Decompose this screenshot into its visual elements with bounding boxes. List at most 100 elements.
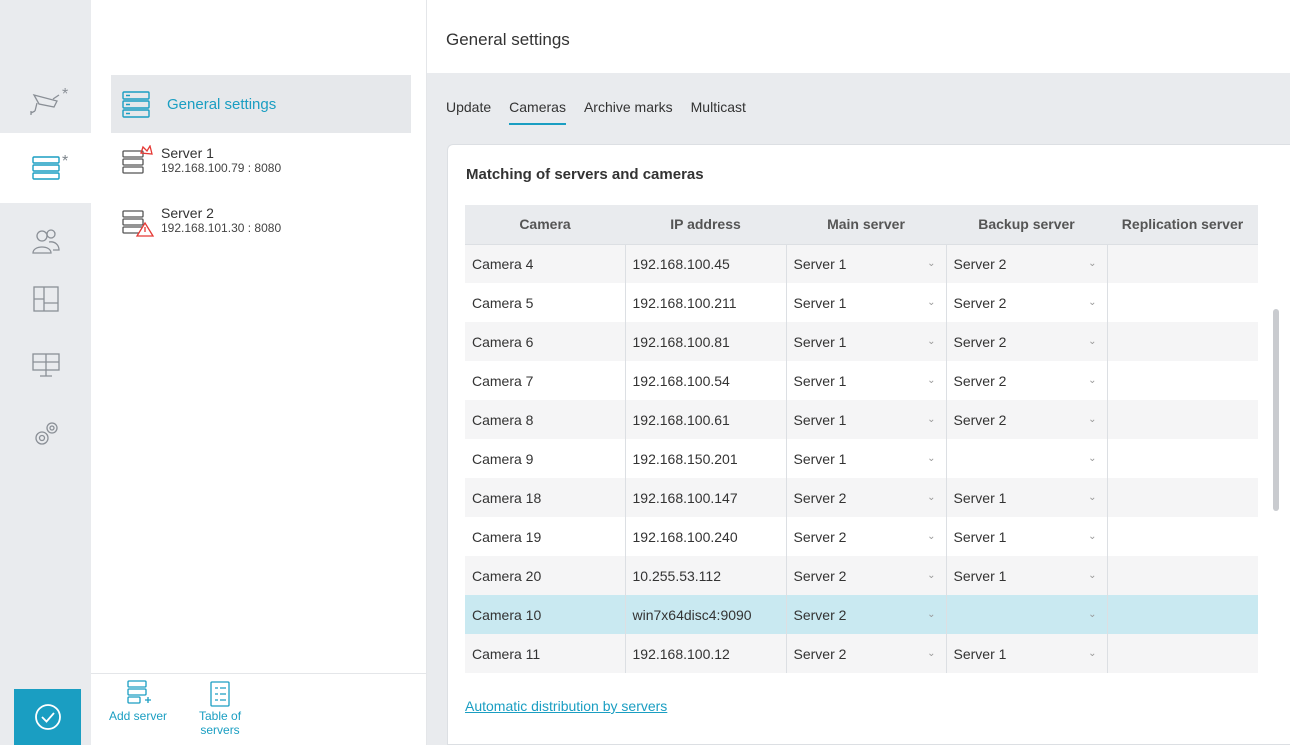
backup-server-value: Server 2 — [953, 333, 1007, 350]
replication-server-cell[interactable] — [1106, 283, 1258, 322]
automatic-distribution-link[interactable]: Automatic distribution by servers — [465, 698, 667, 714]
column-header-replication-server[interactable]: Replication server — [1107, 205, 1258, 245]
tab-multicast[interactable]: Multicast — [691, 99, 746, 125]
replication-server-cell[interactable] — [1106, 322, 1258, 361]
column-header-main-server[interactable]: Main server — [786, 205, 946, 245]
rail-layouts-button[interactable] — [0, 270, 91, 327]
table-row[interactable]: Camera 9 192.168.150.201 Server 1 ⌄ ⌄ — [465, 439, 1258, 478]
ip-address-cell: 192.168.100.240 — [624, 517, 786, 556]
backup-server-select[interactable]: Server 1 ⌄ — [945, 478, 1107, 517]
backup-server-select[interactable]: ⌄ — [945, 595, 1107, 634]
ip-address-cell: 192.168.100.54 — [624, 361, 786, 400]
table-row[interactable]: Camera 10 win7x64disc4:9090 Server 2 ⌄ ⌄ — [465, 595, 1258, 634]
main-server-select[interactable]: Server 2 ⌄ — [785, 517, 946, 556]
backup-server-select[interactable]: Server 1 ⌄ — [945, 556, 1107, 595]
server-address: 192.168.101.30 : 8080 — [161, 221, 282, 235]
replication-server-cell[interactable] — [1106, 634, 1258, 673]
chevron-down-icon: ⌄ — [1088, 531, 1097, 542]
column-header-camera[interactable]: Camera — [465, 205, 625, 245]
backup-server-select[interactable]: Server 2 ⌄ — [945, 283, 1107, 322]
table-row[interactable]: Camera 8 192.168.100.61 Server 1 ⌄ Server 2 ⌄ — [465, 400, 1258, 439]
main-server-value: Server 1 — [793, 372, 847, 389]
main-server-select[interactable]: Server 1 ⌄ — [785, 322, 946, 361]
backup-server-select[interactable]: Server 2 ⌄ — [945, 361, 1107, 400]
table-row[interactable]: Camera 19 192.168.100.240 Server 2 ⌄ Server … — [465, 517, 1258, 556]
main-header: General settings — [427, 0, 1290, 73]
column-header-backup-server[interactable]: Backup server — [946, 205, 1107, 245]
rail-users-button[interactable] — [0, 212, 91, 269]
add-server-label: Add server — [109, 709, 168, 723]
chevron-down-icon: ⌄ — [927, 258, 936, 270]
main-server-value: Server 1 — [793, 333, 847, 350]
main-server-select[interactable]: Server 1 ⌄ — [785, 361, 946, 400]
add-server-button[interactable]: Add server — [109, 680, 167, 722]
main-server-select[interactable]: Server 1 ⌄ — [785, 244, 946, 283]
replication-server-cell[interactable] — [1106, 400, 1258, 439]
main-server-select[interactable]: Server 2 ⌄ — [785, 634, 946, 673]
chevron-down-icon: ⌄ — [1088, 648, 1097, 659]
table-row[interactable]: Camera 4 192.168.100.45 Server 1 ⌄ Server 2 ⌄ — [465, 244, 1258, 283]
rail-cameras-button[interactable]: * — [0, 74, 91, 131]
ip-address-cell: 192.168.100.61 — [624, 400, 786, 439]
chevron-down-icon: ⌄ — [927, 492, 936, 503]
camera-cell: Camera 11 — [465, 634, 625, 673]
apply-button[interactable] — [14, 689, 81, 745]
backup-server-select[interactable]: Server 2 ⌄ — [945, 400, 1107, 439]
backup-server-value: Server 2 — [953, 411, 1007, 428]
table-row[interactable]: Camera 6 192.168.100.81 Server 1 ⌄ Server 2 ⌄ — [465, 322, 1258, 361]
replication-server-cell[interactable] — [1106, 517, 1258, 556]
camera-cell: Camera 10 — [465, 595, 625, 634]
backup-server-select[interactable]: ⌄ — [945, 439, 1107, 478]
table-row[interactable]: Camera 11 192.168.100.12 Server 2 ⌄ Server 1… — [465, 634, 1258, 673]
ip-address-cell: 10.255.53.112 — [624, 556, 786, 595]
replication-server-cell[interactable] — [1106, 439, 1258, 478]
card-title: Matching of servers and cameras — [466, 166, 704, 183]
main-server-select[interactable]: Server 2 ⌄ — [785, 595, 946, 634]
replication-server-cell[interactable] — [1106, 595, 1258, 634]
rail-servers-button[interactable]: * — [0, 133, 91, 203]
chevron-down-icon: ⌄ — [927, 531, 936, 542]
table-row[interactable]: Camera 7 192.168.100.54 Server 1 ⌄ Server 2 ⌄ — [465, 361, 1258, 400]
server-name: Server 1 — [161, 145, 214, 161]
replication-server-cell[interactable] — [1106, 244, 1258, 283]
tree-item-label: General settings — [167, 95, 277, 113]
tree-item-server-2[interactable]: Server 2 192.168.101.30 : 8080 — [111, 205, 411, 237]
table-row[interactable]: Camera 5 192.168.100.211 Server 1 ⌄ Server 2… — [465, 283, 1258, 322]
table-scrollbar[interactable] — [1273, 309, 1279, 511]
tree-item-server-1[interactable]: Server 1 192.168.100.79 : 8080 — [111, 145, 411, 177]
backup-server-select[interactable]: Server 2 ⌄ — [945, 322, 1107, 361]
chevron-down-icon: ⌄ — [1088, 453, 1097, 464]
tab-update[interactable]: Update — [446, 99, 491, 125]
chevron-down-icon: ⌄ — [1088, 258, 1097, 270]
table-list-icon — [210, 681, 230, 707]
main-server-select[interactable]: Server 2 ⌄ — [785, 556, 946, 595]
add-server-icon — [127, 680, 152, 704]
replication-server-cell[interactable] — [1106, 478, 1258, 517]
replication-server-cell[interactable] — [1106, 556, 1258, 595]
matching-card: Matching of servers and cameras Camera I… — [447, 144, 1290, 745]
backup-server-value: Server 2 — [953, 294, 1007, 311]
rail-settings-button[interactable] — [0, 405, 91, 462]
backup-server-select[interactable]: Server 1 ⌄ — [945, 517, 1107, 556]
column-header-ip[interactable]: IP address — [625, 205, 786, 245]
chevron-down-icon: ⌄ — [927, 453, 936, 464]
table-of-servers-button[interactable]: Table of servers — [199, 680, 241, 736]
ip-address-cell: win7x64disc4:9090 — [624, 595, 786, 634]
camera-cell: Camera 9 — [465, 439, 625, 478]
main-server-select[interactable]: Server 2 ⌄ — [785, 478, 946, 517]
main-server-select[interactable]: Server 1 ⌄ — [785, 400, 946, 439]
tab-bar: Update Cameras Archive marks Multicast — [446, 99, 764, 125]
rail-workstations-button[interactable] — [0, 335, 91, 392]
tab-cameras[interactable]: Cameras — [509, 99, 566, 125]
backup-server-select[interactable]: Server 2 ⌄ — [945, 244, 1107, 283]
left-rail: * * — [0, 0, 91, 745]
table-row[interactable]: Camera 18 192.168.100.147 Server 2 ⌄ Server … — [465, 478, 1258, 517]
table-row[interactable]: Camera 20 10.255.53.112 Server 2 ⌄ Server 1 ⌄ — [465, 556, 1258, 595]
backup-server-select[interactable]: Server 1 ⌄ — [945, 634, 1107, 673]
camera-cell: Camera 8 — [465, 400, 625, 439]
tree-item-general-settings[interactable]: General settings — [111, 75, 411, 133]
replication-server-cell[interactable] — [1106, 361, 1258, 400]
tab-archive-marks[interactable]: Archive marks — [584, 99, 673, 125]
main-server-select[interactable]: Server 1 ⌄ — [785, 439, 946, 478]
main-server-select[interactable]: Server 1 ⌄ — [785, 283, 946, 322]
